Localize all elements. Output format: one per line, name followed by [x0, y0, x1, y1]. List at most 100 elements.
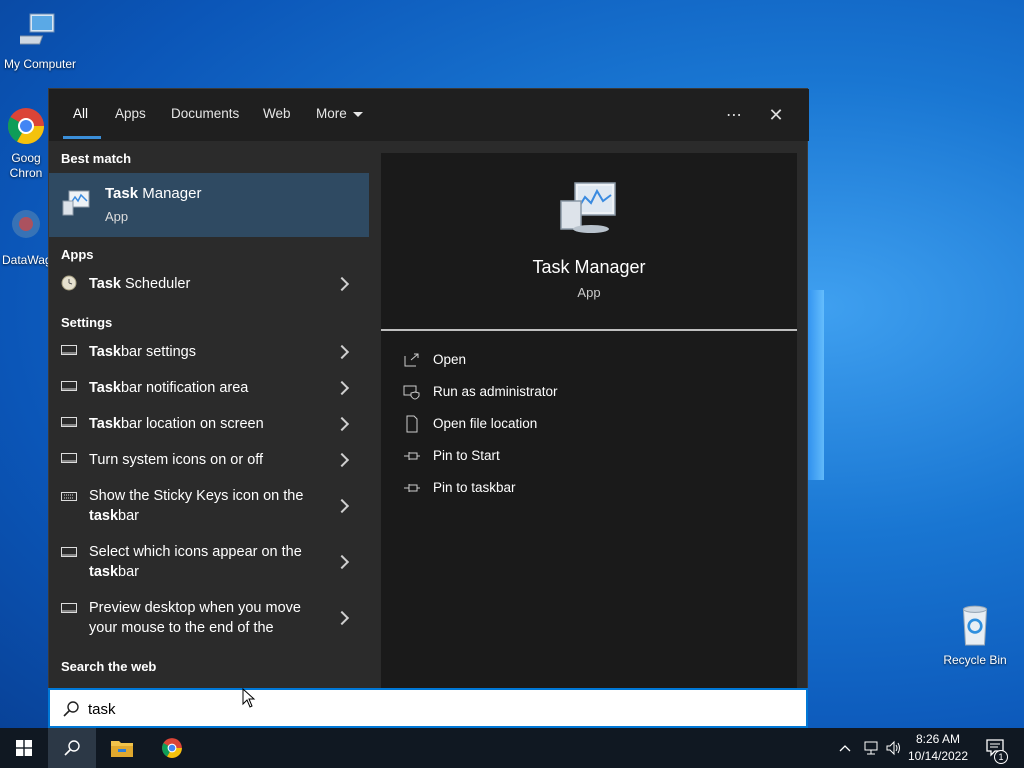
preview-divider [381, 329, 797, 331]
tab-web[interactable]: Web [251, 89, 303, 141]
desktop-icon-recycle-bin[interactable]: Recycle Bin [935, 602, 1015, 667]
preview-pane: Task Manager App Open Run as administrat… [381, 153, 797, 689]
desktop-icon-my-computer[interactable]: My Computer [0, 10, 80, 71]
more-options-button[interactable]: ⋯ [718, 99, 750, 131]
match-bold: Task [89, 416, 121, 432]
open-icon [404, 353, 419, 367]
action-pin-to-taskbar[interactable]: Pin to taskbar [403, 477, 783, 501]
network-tray-icon[interactable] [862, 728, 882, 768]
chevron-right-icon[interactable] [334, 416, 350, 432]
taskbar-icon [61, 547, 77, 557]
close-button[interactable]: ✕ [760, 99, 792, 131]
match-bold: Task [89, 380, 121, 396]
chevron-up-icon [839, 745, 851, 752]
result-select-which-icons[interactable]: Select which icons appear on the taskbar [49, 533, 369, 589]
action-label: Pin to taskbar [433, 480, 516, 495]
match-bold: Task [89, 344, 121, 360]
result-label-line2: taskbar [89, 562, 319, 582]
datawag-icon [12, 210, 40, 238]
result-preview-desktop[interactable]: Preview desktop when you move your mouse… [49, 589, 369, 645]
title-rest-part: Manager [138, 185, 202, 202]
keyboard-icon [61, 492, 77, 501]
best-match-subtitle: App [105, 209, 129, 224]
match-bold: task [89, 508, 119, 524]
search-icon [64, 740, 80, 756]
result-label: Show the Sticky Keys icon on the taskbar [89, 486, 319, 526]
notification-count-badge: 1 [994, 750, 1008, 764]
result-label-line2: taskbar [89, 506, 319, 526]
tab-apps[interactable]: Apps [103, 89, 158, 141]
preview-title: Task Manager [532, 257, 646, 277]
chevron-right-icon[interactable] [334, 452, 350, 468]
action-open[interactable]: Open [403, 349, 783, 373]
results-list: Best match Task Manager App Apps Task Sc… [49, 141, 369, 689]
tab-more-label: More [316, 106, 347, 121]
chrome-icon [7, 108, 45, 145]
close-icon: ✕ [768, 104, 784, 125]
search-icon [63, 701, 79, 717]
taskbar-clock[interactable]: 8:26 AM 10/14/2022 [902, 731, 974, 765]
shield-icon [403, 385, 420, 400]
desktop-icon-label: My Computer [3, 57, 77, 71]
search-input[interactable] [88, 698, 788, 720]
search-box[interactable] [48, 688, 808, 728]
chevron-right-icon[interactable] [334, 610, 350, 626]
best-match-task-manager[interactable]: Task Manager App [49, 173, 369, 237]
result-label-line1: Select which icons appear on the [89, 542, 319, 562]
result-label-line1: Show the Sticky Keys icon on the [89, 486, 319, 506]
chevron-right-icon[interactable] [334, 554, 350, 570]
pin-icon [404, 452, 420, 460]
start-button[interactable] [0, 728, 48, 768]
match-rest: bar [118, 508, 139, 524]
result-taskbar-notification-area[interactable]: Taskbar notification area [49, 369, 369, 405]
action-pin-to-start[interactable]: Pin to Start [403, 445, 783, 469]
taskbar-icon [61, 603, 77, 613]
chevron-right-icon[interactable] [334, 276, 350, 292]
result-label: Task Scheduler [89, 274, 319, 294]
task-manager-icon [560, 182, 616, 233]
result-sticky-keys-icon[interactable]: Show the Sticky Keys icon on the taskbar [49, 477, 369, 533]
result-task-scheduler[interactable]: Task Scheduler [49, 265, 369, 297]
result-taskbar-location-on-screen[interactable]: Taskbar location on screen [49, 405, 369, 441]
match-rest: bar location on screen [120, 416, 264, 432]
chevron-right-icon[interactable] [334, 380, 350, 396]
action-run-as-administrator[interactable]: Run as administrator [403, 381, 783, 405]
action-open-file-location[interactable]: Open file location [403, 413, 783, 437]
result-label: Taskbar settings [89, 342, 319, 362]
desktop-icon-datawag[interactable]: DataWag [0, 206, 54, 267]
result-label: Preview desktop when you move your mouse… [89, 598, 319, 638]
show-hidden-icons-button[interactable] [838, 728, 854, 768]
match-bold: Task [89, 276, 121, 292]
task-manager-icon [62, 190, 90, 216]
search-window: All Apps Documents Web More ⋯ ✕ Best mat… [48, 88, 809, 728]
result-taskbar-settings[interactable]: Taskbar settings [49, 333, 369, 369]
result-label: Taskbar location on screen [89, 414, 319, 434]
search-tabs: All Apps Documents Web More ⋯ ✕ [49, 89, 809, 141]
tab-all[interactable]: All [61, 89, 100, 141]
action-label: Open file location [433, 416, 538, 431]
match-rest: Turn system icons on or off [89, 452, 264, 468]
chrome-icon [162, 738, 182, 758]
taskbar: 8:26 AM 10/14/2022 1 [0, 728, 1024, 768]
pin-icon [404, 484, 420, 492]
section-header-apps: Apps [61, 247, 94, 262]
folder-icon [111, 741, 133, 757]
action-label: Pin to Start [433, 448, 500, 463]
desktop-icon-label: Recycle Bin [943, 653, 1007, 667]
tab-documents[interactable]: Documents [159, 89, 251, 141]
taskbar-icon [61, 345, 77, 355]
result-turn-system-icons[interactable]: Turn system icons on or off [49, 441, 369, 477]
taskbar-file-explorer[interactable] [98, 728, 146, 768]
chevron-right-icon[interactable] [334, 498, 350, 514]
action-center-button[interactable]: 1 [982, 728, 1010, 768]
taskbar-chrome[interactable] [148, 728, 196, 768]
ellipsis-icon: ⋯ [726, 107, 742, 124]
taskbar-search-button[interactable] [48, 728, 96, 768]
volume-tray-icon[interactable] [885, 728, 903, 768]
match-rest: bar notification area [120, 380, 249, 396]
recycle-bin-icon [962, 605, 988, 646]
taskbar-icon [61, 417, 77, 427]
mouse-cursor [242, 688, 256, 708]
tab-more[interactable]: More [304, 89, 375, 141]
chevron-right-icon[interactable] [334, 344, 350, 360]
